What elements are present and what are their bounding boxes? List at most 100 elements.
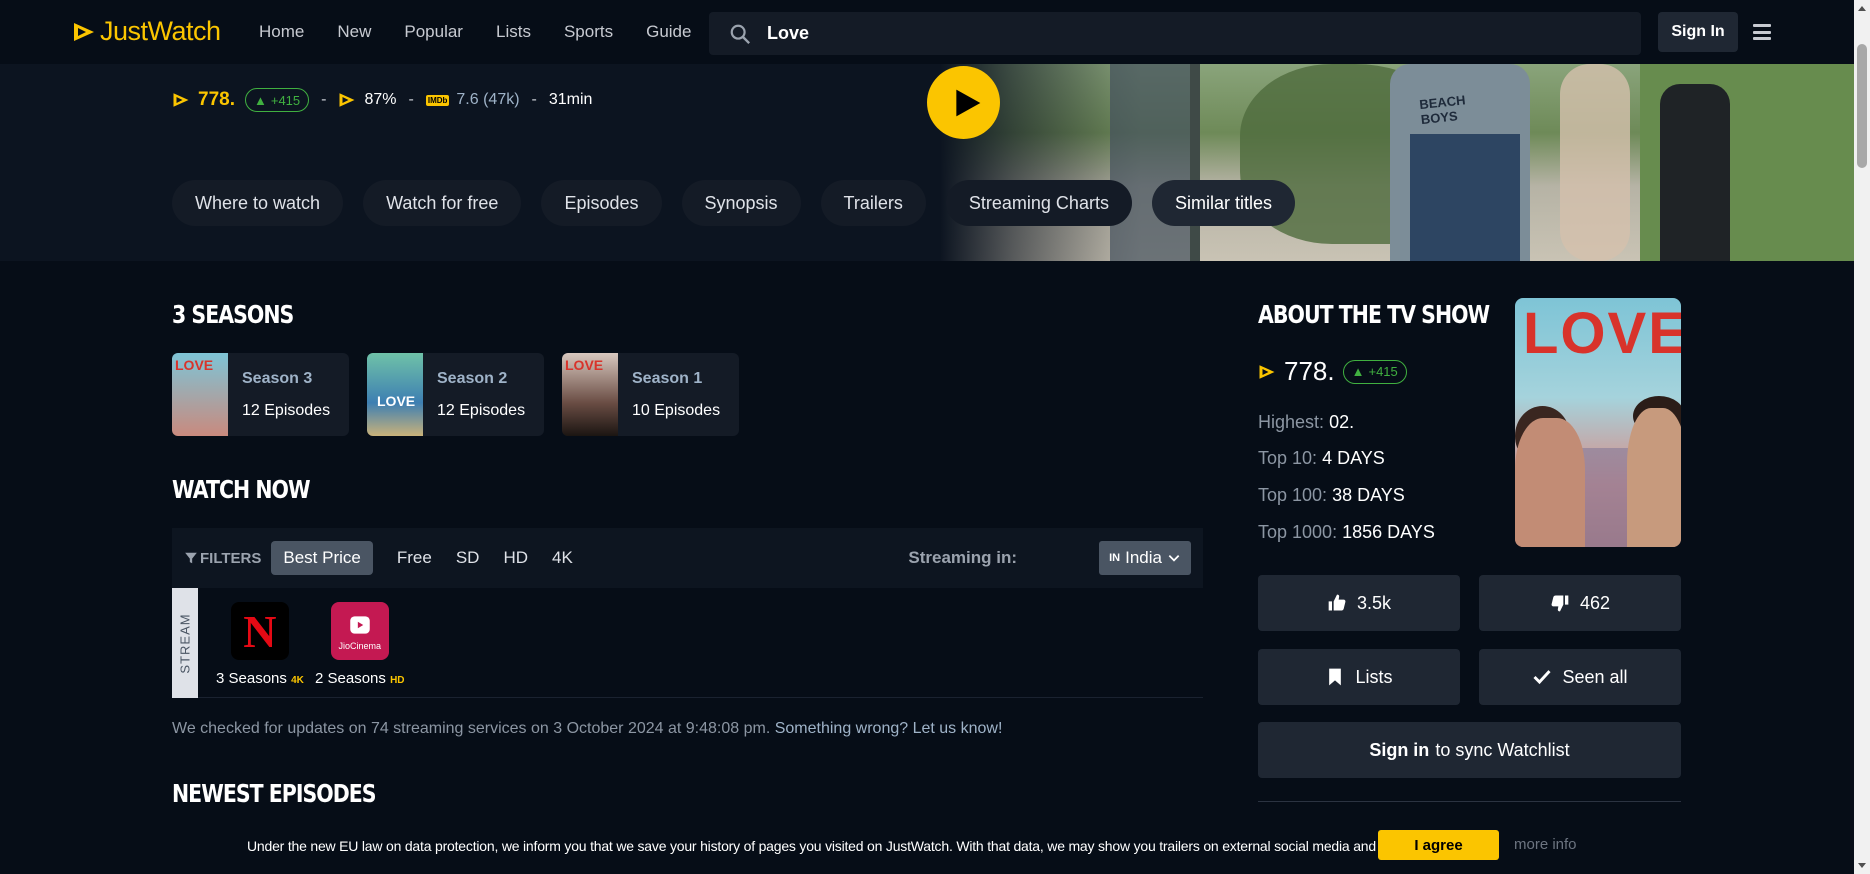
tab-streaming-charts[interactable]: Streaming Charts	[945, 180, 1132, 226]
ratings-row: 778. ▲ +415 - 87% - IMDb 7.6 (47k) - 31mi…	[172, 85, 592, 115]
clapper-icon	[350, 615, 370, 634]
rank-trend-badge: ▲ +415	[1342, 359, 1407, 384]
nav-home[interactable]: Home	[259, 22, 304, 42]
filter-4k[interactable]: 4K	[552, 548, 573, 568]
backdrop-image: BEACH BOYS	[940, 64, 1854, 261]
jiocinema-logo: JioCinema	[330, 602, 389, 660]
tab-synopsis[interactable]: Synopsis	[681, 180, 801, 226]
provider-seasons: 3 Seasons	[216, 670, 287, 687]
like-button[interactable]: 3.5k	[1258, 575, 1460, 631]
main-nav: Home New Popular Lists Sports Guide	[259, 0, 724, 64]
nav-new[interactable]: New	[337, 22, 371, 42]
jw-score-icon	[339, 93, 355, 107]
search-icon	[730, 24, 751, 44]
newest-episodes-heading: NEWEST EPISODES	[172, 779, 377, 808]
chevron-down-icon	[1168, 555, 1180, 562]
stat-highest: Highest: 02.	[1258, 412, 1355, 432]
seasons-heading: 3 SEASONS	[172, 300, 294, 329]
about-rank: 778. ▲ +415	[1258, 356, 1407, 387]
stream-offers-row: STREAM N 3 Seasons 4K JioCinema 2 Season…	[172, 588, 1203, 698]
scroll-down-icon[interactable]	[1858, 863, 1866, 868]
search-bar[interactable]	[709, 12, 1641, 55]
scroll-thumb[interactable]	[1857, 44, 1867, 168]
hero-banner: BEACH BOYS 778. ▲ +415 - 87% - IMDb 7.6 (4…	[0, 64, 1854, 261]
nav-guide[interactable]: Guide	[646, 22, 691, 42]
tab-watch-for-free[interactable]: Watch for free	[363, 180, 522, 226]
page-scrollbar[interactable]	[1854, 0, 1870, 874]
shirt-print: BEACH BOYS	[1418, 92, 1467, 128]
dislike-button[interactable]: 462	[1479, 575, 1681, 631]
imdb-rating: 7.6 (47k)	[456, 91, 520, 108]
sign-in-button[interactable]: Sign In	[1658, 12, 1738, 52]
sign-in-link[interactable]: Sign in	[1369, 740, 1429, 761]
scroll-up-icon[interactable]	[1858, 6, 1866, 11]
cookie-banner: Under the new EU law on data protection,…	[0, 822, 1854, 874]
tab-trailers[interactable]: Trailers	[820, 180, 926, 226]
tab-where-to-watch[interactable]: Where to watch	[172, 180, 344, 226]
sync-watchlist-button[interactable]: Sign in to sync Watchlist	[1258, 722, 1681, 778]
season-title: Season 2	[437, 369, 508, 387]
season-3-thumbnail: LOVE	[172, 353, 228, 436]
provider-jiocinema[interactable]: JioCinema 2 Seasons HD	[315, 602, 405, 687]
streaming-in-label: Streaming in:	[908, 548, 1017, 567]
play-trailer-button[interactable]	[927, 66, 1000, 139]
filter-free[interactable]: Free	[397, 548, 432, 568]
update-notice: We checked for updates on 74 streaming s…	[172, 720, 1003, 737]
stat-top100: Top 100: 38 DAYS	[1258, 485, 1405, 505]
season-title: Season 3	[242, 369, 313, 387]
season-episodes: 12 Episodes	[437, 401, 526, 419]
quality-badge: HD	[390, 675, 405, 686]
stat-top1000: Top 1000: 1856 DAYS	[1258, 522, 1435, 542]
bookmark-icon	[1329, 668, 1342, 686]
provider-netflix[interactable]: N 3 Seasons 4K	[216, 602, 304, 687]
nav-popular[interactable]: Popular	[404, 22, 463, 42]
lists-button[interactable]: Lists	[1258, 649, 1460, 705]
thumbs-down-icon	[1551, 595, 1569, 612]
logo-text: JustWatch	[100, 16, 221, 46]
season-card-2[interactable]: LOVE Season 2 12 Episodes	[367, 353, 544, 436]
country-code: IN	[1109, 552, 1121, 564]
season-2-thumbnail: LOVE	[367, 353, 423, 436]
checkmark-icon	[1533, 670, 1552, 685]
search-input[interactable]	[767, 23, 1567, 44]
cookie-message: Under the new EU law on data protection,…	[247, 838, 1476, 854]
stat-top10: Top 10: 4 DAYS	[1258, 448, 1385, 468]
rank-trend-badge: ▲ +415	[244, 88, 310, 112]
season-card-1[interactable]: LOVE Season 1 10 Episodes	[562, 353, 739, 436]
report-issue-link[interactable]: Something wrong? Let us know!	[775, 720, 1003, 737]
watch-now-heading: WATCH NOW	[172, 475, 311, 504]
nav-lists[interactable]: Lists	[496, 22, 531, 42]
nav-sports[interactable]: Sports	[564, 22, 613, 42]
season-episodes: 10 Episodes	[632, 401, 721, 419]
imdb-icon: IMDb	[425, 94, 450, 106]
filter-sd[interactable]: SD	[456, 548, 480, 568]
season-card-3[interactable]: LOVE Season 3 12 Episodes	[172, 353, 349, 436]
seen-all-button[interactable]: Seen all	[1479, 649, 1681, 705]
about-heading: ABOUT THE TV SHOW	[1258, 300, 1490, 329]
filter-icon	[185, 552, 197, 564]
more-info-link[interactable]: more info	[1514, 836, 1577, 853]
jw-score: 87%	[364, 91, 397, 108]
tab-similar-titles[interactable]: Similar titles	[1151, 180, 1295, 226]
filters-toggle[interactable]: FILTERS	[184, 550, 261, 567]
trend-up-icon: ▲	[253, 92, 267, 108]
season-episodes: 12 Episodes	[242, 401, 331, 419]
jw-rank-icon	[173, 93, 189, 107]
menu-icon[interactable]	[1753, 24, 1771, 40]
popularity-rank: 778.	[198, 89, 235, 110]
tab-episodes[interactable]: Episodes	[541, 180, 662, 226]
filter-best-price[interactable]: Best Price	[271, 541, 373, 575]
quality-badge: 4K	[291, 675, 304, 686]
netflix-logo: N	[230, 602, 289, 660]
country-select[interactable]: IN India	[1099, 541, 1191, 575]
runtime: 31min	[548, 91, 593, 108]
play-icon	[955, 89, 980, 116]
jw-rank-icon	[1259, 364, 1275, 379]
top-navbar: JustWatch Home New Popular Lists Sports …	[0, 0, 1854, 64]
filter-hd[interactable]: HD	[503, 548, 528, 568]
justwatch-logo[interactable]: JustWatch	[72, 16, 221, 47]
agree-button[interactable]: I agree	[1378, 830, 1499, 860]
show-poster[interactable]: LOVE	[1515, 298, 1681, 547]
divider	[1258, 801, 1681, 802]
seasons-list: LOVE Season 3 12 Episodes LOVE Season 2 12…	[172, 353, 739, 436]
